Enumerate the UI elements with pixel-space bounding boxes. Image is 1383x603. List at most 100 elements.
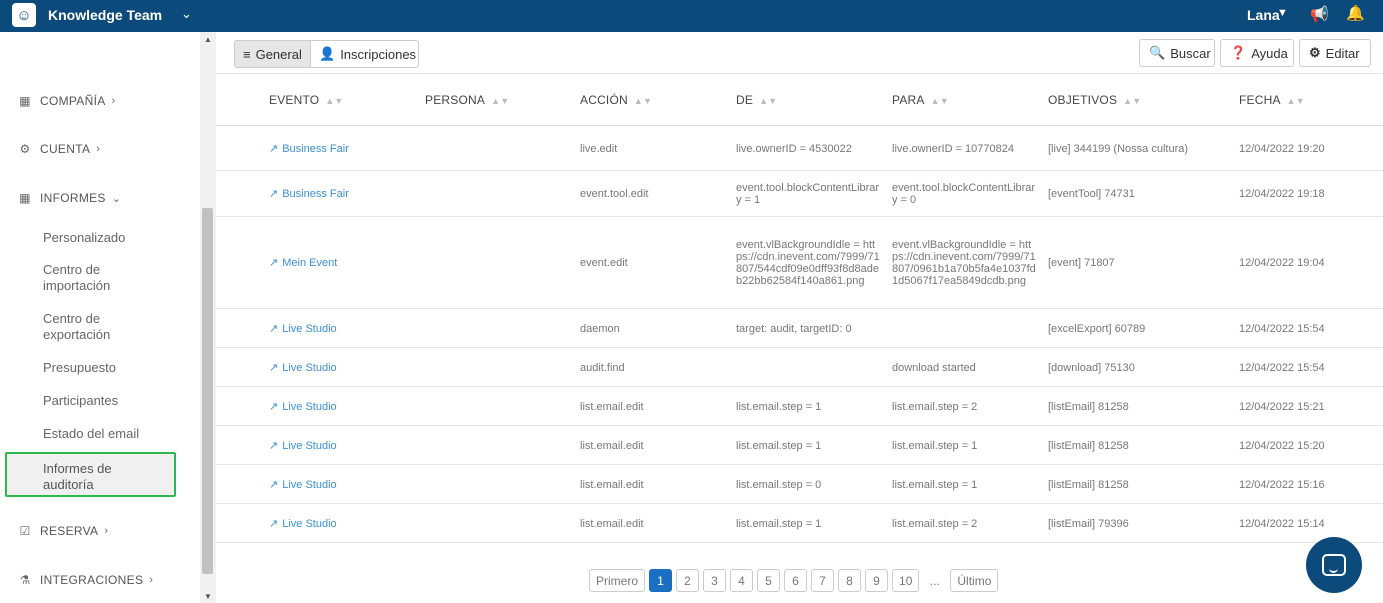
sort-icon: ▲▼ — [1123, 96, 1142, 106]
page-button-1[interactable]: 1 — [649, 569, 673, 592]
event-link-label: Live Studio — [282, 323, 337, 335]
page-ellipsis: ... — [923, 569, 947, 592]
page-button-2[interactable]: 2 — [676, 569, 700, 592]
table-row: ↗ Live Studio list.email.edit list.email.st… — [216, 504, 1383, 543]
chevron-right-icon: › — [111, 95, 116, 107]
event-link-label: Live Studio — [282, 479, 337, 491]
sidebar-item-centro-exportacion[interactable]: Centro de exportación — [43, 311, 123, 343]
sidebar-section-reserva[interactable]: ☑ RESERVA › — [18, 524, 108, 538]
team-logo-icon[interactable]: ☺ — [12, 3, 36, 27]
sidebar-section-informes[interactable]: ▦ INFORMES ⌄ — [18, 191, 121, 205]
col-header-persona[interactable]: PERSONA ▲▼ — [425, 93, 509, 107]
col-header-objetivos[interactable]: OBJETIVOS ▲▼ — [1048, 93, 1141, 107]
cell-objetivos: [listEmail] 81258 — [1048, 479, 1129, 491]
cell-evento[interactable]: ↗ Live Studio — [269, 518, 337, 530]
sidebar-item-informes-auditoria[interactable]: Informes de auditoría — [5, 452, 176, 497]
search-icon: 🔍 — [1149, 45, 1166, 60]
chevron-down-icon[interactable]: ▼ — [1277, 7, 1288, 19]
sidebar-section-label: RESERVA — [40, 524, 99, 538]
help-icon: ❓ — [1230, 45, 1247, 60]
event-link-label: Live Studio — [282, 440, 337, 452]
cell-objetivos: [event] 71807 — [1048, 257, 1115, 269]
external-link-icon: ↗ — [269, 257, 279, 269]
page-button-5[interactable]: 5 — [757, 569, 781, 592]
col-header-de[interactable]: DE ▲▼ — [736, 93, 777, 107]
chat-launcher-button[interactable] — [1306, 537, 1362, 593]
cell-accion: audit.find — [580, 362, 625, 374]
cell-objetivos: [download] 75130 — [1048, 362, 1135, 374]
user-menu[interactable]: Lana — [1247, 7, 1280, 23]
cell-accion: list.email.edit — [580, 518, 644, 530]
cell-evento[interactable]: ↗ Live Studio — [269, 362, 337, 374]
sidebar-item-personalizado[interactable]: Personalizado — [43, 230, 183, 246]
chevron-down-icon[interactable]: ⌄ — [181, 6, 192, 22]
page-button-3[interactable]: 3 — [703, 569, 727, 592]
event-link-label: Live Studio — [282, 518, 337, 530]
chat-icon — [1322, 554, 1346, 576]
table-row: ↗ Business Fair live.edit live.ownerID = 45… — [216, 126, 1383, 171]
external-link-icon: ↗ — [269, 188, 279, 200]
sort-icon: ▲▼ — [633, 96, 653, 106]
page-button-4[interactable]: 4 — [730, 569, 754, 592]
cell-para: list.email.step = 1 — [892, 479, 978, 491]
cell-para: event.vlBackgroundIdle = https://cdn.ine… — [892, 239, 1036, 287]
col-header-fecha[interactable]: FECHA ▲▼ — [1239, 93, 1305, 107]
cell-fecha: 12/04/2022 19:18 — [1239, 188, 1325, 200]
team-name[interactable]: Knowledge Team — [48, 7, 162, 23]
sidebar-item-estado-email[interactable]: Estado del email — [43, 426, 183, 442]
cell-evento[interactable]: ↗ Live Studio — [269, 479, 337, 491]
edit-button[interactable]: ⚙ Editar — [1299, 39, 1371, 67]
page-button-7[interactable]: 7 — [811, 569, 835, 592]
sort-icon: ▲▼ — [325, 96, 344, 106]
megaphone-icon[interactable]: 📢 — [1310, 5, 1329, 23]
col-header-evento[interactable]: EVENTO ▲▼ — [269, 93, 344, 107]
sidebar-section-label: INFORMES — [40, 191, 106, 205]
gear-icon: ⚙ — [19, 142, 31, 156]
cell-accion: event.tool.edit — [580, 188, 649, 200]
cell-de: event.vlBackgroundIdle = https://cdn.ine… — [736, 239, 880, 287]
event-link-label: Live Studio — [282, 362, 337, 374]
page-button-10[interactable]: 10 — [892, 569, 920, 592]
event-link-label: Business Fair — [282, 188, 349, 200]
event-link-label: Business Fair — [282, 143, 349, 155]
col-header-para[interactable]: PARA ▲▼ — [892, 93, 949, 107]
table-row: ↗ Live Studio list.email.edit list.email.st… — [216, 465, 1383, 504]
col-header-accion[interactable]: ACCIÓN ▲▼ — [580, 93, 652, 107]
sidebar-item-presupuesto[interactable]: Presupuesto — [43, 360, 183, 376]
external-link-icon: ↗ — [269, 518, 279, 530]
cell-evento[interactable]: ↗ Mein Event — [269, 257, 337, 269]
sidebar-section-integraciones[interactable]: ⚗ INTEGRACIONES › — [18, 573, 153, 587]
page-last-button[interactable]: Último — [950, 569, 999, 592]
external-link-icon: ↗ — [269, 440, 279, 452]
bell-icon[interactable]: 🔔 — [1346, 4, 1365, 22]
sidebar-scrollbar[interactable]: ▲ ▼ — [200, 32, 216, 603]
sidebar-item-participantes[interactable]: Participantes — [43, 393, 183, 409]
calendar-icon: ☑ — [19, 524, 31, 538]
cell-accion: list.email.edit — [580, 401, 644, 413]
cell-evento[interactable]: ↗ Live Studio — [269, 401, 337, 413]
cell-de: list.email.step = 1 — [736, 401, 822, 413]
cell-evento[interactable]: ↗ Live Studio — [269, 440, 337, 452]
scrollbar-thumb[interactable] — [202, 208, 213, 574]
cell-evento[interactable]: ↗ Business Fair — [269, 143, 349, 155]
page-button-8[interactable]: 8 — [838, 569, 862, 592]
cell-evento[interactable]: ↗ Business Fair — [269, 188, 349, 200]
tab-general[interactable]: ≡ General — [234, 40, 311, 68]
scroll-down-icon[interactable]: ▼ — [204, 592, 212, 601]
page-first-button[interactable]: Primero — [589, 569, 646, 592]
external-link-icon: ↗ — [269, 323, 279, 335]
sidebar-item-centro-importacion[interactable]: Centro de importación — [43, 262, 123, 294]
cell-para: download started — [892, 362, 976, 374]
page-button-6[interactable]: 6 — [784, 569, 808, 592]
sidebar-section-compania[interactable]: ▦ COMPAÑÍA › — [18, 94, 116, 108]
page-button-9[interactable]: 9 — [865, 569, 889, 592]
table-row: ↗ Live Studio audit.find download started [d… — [216, 348, 1383, 387]
help-button[interactable]: ❓ Ayuda — [1220, 39, 1294, 67]
cell-para: event.tool.blockContentLibrary = 0 — [892, 182, 1036, 206]
search-button[interactable]: 🔍 Buscar — [1139, 39, 1215, 67]
sidebar-section-cuenta[interactable]: ⚙ CUENTA › — [18, 142, 100, 156]
scroll-up-icon[interactable]: ▲ — [204, 35, 212, 44]
cell-accion: live.edit — [580, 143, 618, 155]
cell-evento[interactable]: ↗ Live Studio — [269, 323, 337, 335]
tab-inscripciones[interactable]: 👤 Inscripciones — [310, 40, 419, 68]
